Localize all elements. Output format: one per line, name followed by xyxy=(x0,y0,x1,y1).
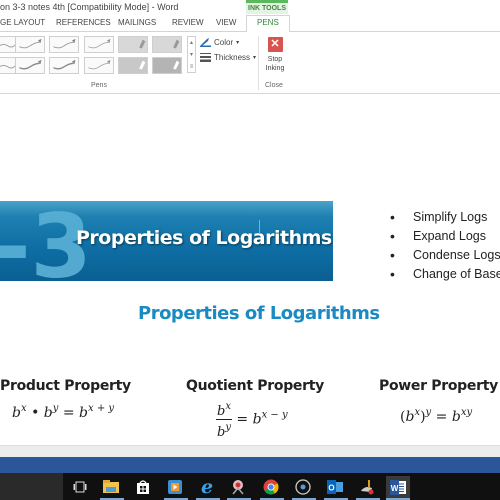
lesson-banner: -3 Properties of Logarithms xyxy=(0,201,333,281)
highlighter-swatch[interactable] xyxy=(152,57,182,74)
snipping-tool-icon[interactable] xyxy=(227,476,251,500)
word-icon[interactable]: W xyxy=(386,476,410,500)
chrome-icon[interactable] xyxy=(260,476,284,500)
thickness-button[interactable]: Thickness ▾ xyxy=(200,52,256,62)
pen-color-icon xyxy=(200,38,211,47)
text-cursor xyxy=(259,220,260,234)
thickness-label: Thickness xyxy=(214,52,251,62)
edge-icon[interactable]: e xyxy=(196,476,220,500)
color-label: Color xyxy=(214,37,234,47)
gallery-scroll[interactable]: ▴ ▾ ≡ xyxy=(187,36,196,73)
pen-swatch[interactable] xyxy=(49,36,79,53)
thickness-icon xyxy=(200,53,211,62)
dropdown-arrow-icon: ▾ xyxy=(253,54,257,61)
section-subtitle: Properties of Logarithms xyxy=(138,303,380,324)
close-group-label: Close xyxy=(265,82,283,89)
product-property-heading: Product Property xyxy=(0,378,131,394)
group-separator xyxy=(258,36,259,90)
inking-label: Inking xyxy=(265,65,285,72)
pen-swatch[interactable] xyxy=(84,57,114,74)
highlighter-swatch[interactable] xyxy=(118,57,148,74)
store-icon[interactable] xyxy=(132,476,154,498)
page-gap xyxy=(0,445,500,457)
gallery-more-icon[interactable]: ≡ xyxy=(188,61,195,73)
gallery-down-icon[interactable]: ▾ xyxy=(188,49,195,61)
media-player-icon[interactable] xyxy=(164,476,188,500)
screen: on 3-3 notes 4th [Compatibility Mode] - … xyxy=(0,0,500,500)
pen-swatch[interactable] xyxy=(84,36,114,53)
pen-swatch[interactable] xyxy=(49,57,79,74)
obs-icon[interactable] xyxy=(292,476,316,500)
ribbon-tabs: GE LAYOUT REFERENCES MAILINGS REVIEW VIE… xyxy=(0,15,500,33)
objectives-list: Simplify Logs Expand Logs Condense Logs … xyxy=(390,208,500,284)
list-item: Condense Logs xyxy=(390,246,500,265)
power-property-heading: Power Property xyxy=(379,378,498,394)
list-item: Expand Logs xyxy=(390,227,500,246)
outlook-icon[interactable]: O xyxy=(324,476,348,500)
tab-view[interactable]: VIEW xyxy=(216,18,236,27)
product-property-formula: bx • by = bx + y xyxy=(12,403,115,421)
task-view-icon[interactable] xyxy=(69,476,91,498)
pen-swatch[interactable] xyxy=(15,36,45,53)
pens-group-label: Pens xyxy=(91,82,107,89)
list-item: Simplify Logs xyxy=(390,208,500,227)
stop-label: Stop xyxy=(267,56,283,63)
list-item: Change of Base xyxy=(390,265,500,284)
gallery-up-icon[interactable]: ▴ xyxy=(188,37,195,49)
pen-color-button[interactable]: Color ▾ xyxy=(200,37,239,47)
ribbon: ▴ ▾ ≡ Color ▾ Thickness ▾ Pens ✕ Stop In… xyxy=(0,32,500,94)
quotient-property-heading: Quotient Property xyxy=(186,378,324,394)
tab-mailings[interactable]: MAILINGS xyxy=(118,18,156,27)
document-page[interactable]: -3 Properties of Logarithms Simplify Log… xyxy=(0,95,500,457)
dropdown-arrow-icon: ▾ xyxy=(236,39,240,46)
file-explorer-icon[interactable] xyxy=(100,476,124,500)
tab-pens[interactable]: PENS xyxy=(246,15,290,33)
pen-gallery xyxy=(0,36,196,76)
tab-references[interactable]: REFERENCES xyxy=(56,18,111,27)
pen-swatch[interactable] xyxy=(15,57,45,74)
status-bar xyxy=(0,457,500,473)
svg-text:O: O xyxy=(328,484,334,493)
paint-icon[interactable] xyxy=(356,476,380,500)
ink-tools-context-label: INK TOOLS xyxy=(246,0,288,14)
quotient-property-formula: bx by = bx − y xyxy=(216,401,288,440)
window-title: on 3-3 notes 4th [Compatibility Mode] - … xyxy=(0,2,179,12)
highlighter-swatch[interactable] xyxy=(118,36,148,53)
svg-text:W: W xyxy=(391,484,399,493)
highlighter-swatch[interactable] xyxy=(152,36,182,53)
taskbar: e O W xyxy=(0,473,500,500)
x-icon: ✕ xyxy=(267,37,283,52)
taskbar-search-area[interactable] xyxy=(0,473,63,500)
tab-page-layout[interactable]: GE LAYOUT xyxy=(0,18,45,27)
stop-inking-button[interactable]: ✕ Stop Inking xyxy=(262,37,288,73)
title-bar: on 3-3 notes 4th [Compatibility Mode] - … xyxy=(0,0,500,16)
tab-review[interactable]: REVIEW xyxy=(172,18,204,27)
power-property-formula: (bx)y = bxy xyxy=(400,407,473,425)
banner-title: Properties of Logarithms xyxy=(76,227,332,249)
